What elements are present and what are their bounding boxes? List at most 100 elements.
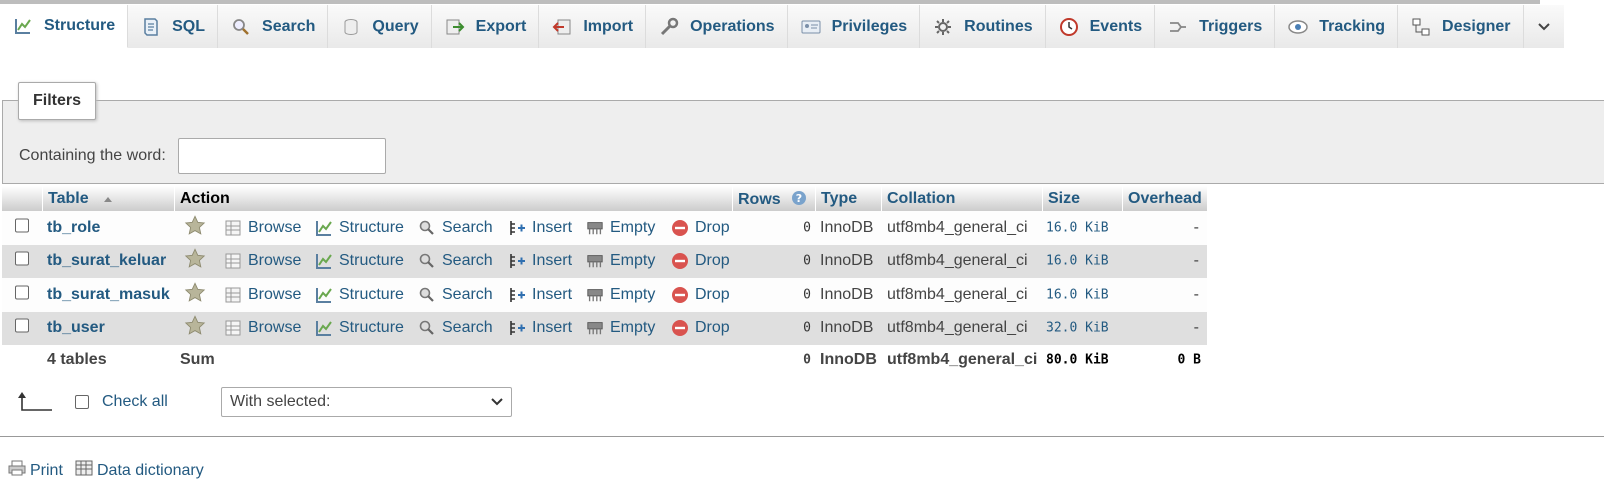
row-count: 0: [803, 287, 811, 303]
more-tabs-dropdown[interactable]: [1523, 5, 1564, 48]
table-row: tb_surat_masuk Browse Structure Search I…: [2, 278, 1207, 312]
print-link[interactable]: Print: [8, 460, 63, 481]
header-separator: [881, 186, 882, 211]
structure-action[interactable]: Structure: [315, 286, 404, 304]
tab-label: Export: [475, 17, 527, 35]
tab-events[interactable]: Events: [1045, 5, 1156, 48]
favorite-star-icon[interactable]: [184, 315, 206, 342]
table-name-link[interactable]: tb_surat_keluar: [47, 252, 166, 270]
structure-action[interactable]: Structure: [315, 319, 404, 337]
tab-structure[interactable]: Structure: [0, 5, 129, 48]
check-all-label[interactable]: Check all: [102, 393, 168, 411]
browse-icon: [224, 319, 242, 337]
empty-table-icon: [586, 286, 604, 304]
search-action[interactable]: Search: [418, 252, 493, 270]
summary-collation: utf8mb4_general_ci: [887, 351, 1038, 368]
drop-icon: [671, 252, 689, 270]
tab-search[interactable]: Search: [218, 5, 329, 48]
header-overhead[interactable]: Overhead: [1128, 190, 1202, 208]
browse-action[interactable]: Browse: [224, 252, 301, 270]
drop-action[interactable]: Drop: [671, 286, 730, 304]
structure-action[interactable]: Structure: [315, 219, 404, 237]
tab-import[interactable]: Import: [539, 5, 647, 48]
header-rows[interactable]: Rows ?: [738, 190, 807, 211]
check-all-checkbox[interactable]: [75, 395, 89, 409]
insert-action[interactable]: Insert: [508, 252, 572, 270]
favorite-star-icon[interactable]: [184, 248, 206, 275]
tab-privileges[interactable]: Privileges: [787, 5, 921, 48]
tab-designer[interactable]: Designer: [1398, 5, 1524, 48]
chevron-down-icon: [491, 398, 503, 406]
row-checkbox[interactable]: [15, 318, 29, 338]
tab-label: Structure: [44, 17, 116, 34]
data-dictionary-link[interactable]: Data dictionary: [75, 460, 204, 481]
search-action[interactable]: Search: [418, 219, 493, 237]
tab-export[interactable]: Export: [431, 5, 540, 48]
table-name-link[interactable]: tb_role: [47, 219, 100, 237]
row-checkbox[interactable]: [15, 285, 29, 304]
header-collation[interactable]: Collation: [887, 190, 955, 208]
with-selected-dropdown[interactable]: With selected:: [221, 387, 512, 417]
summary-row: 4 tables Sum 0 InnoDB utf8mb4_general_ci…: [2, 345, 1207, 375]
browse-action[interactable]: Browse: [224, 219, 301, 237]
tab-operations[interactable]: Operations: [646, 5, 788, 48]
table-name-link[interactable]: tb_user: [47, 319, 105, 337]
search-action[interactable]: Search: [418, 286, 493, 304]
insert-action[interactable]: Insert: [508, 219, 572, 237]
browse-action[interactable]: Browse: [224, 319, 301, 337]
search-action[interactable]: Search: [418, 319, 493, 337]
tab-triggers[interactable]: Triggers: [1155, 5, 1276, 48]
empty-table-icon: [586, 219, 604, 237]
header-type[interactable]: Type: [821, 190, 857, 208]
table-header: Table Action Rows ? Type Collation Size …: [2, 186, 1207, 211]
tab-query[interactable]: Query: [328, 5, 432, 48]
svg-text:?: ?: [796, 192, 802, 205]
insert-action[interactable]: Insert: [508, 286, 572, 304]
drop-icon: [671, 286, 689, 304]
row-checkbox[interactable]: [15, 218, 29, 237]
empty-action[interactable]: Empty: [586, 319, 655, 337]
empty-table-icon: [586, 252, 604, 270]
clock-icon: [1058, 17, 1080, 37]
search-icon: [418, 286, 436, 304]
insert-icon: [508, 252, 526, 270]
drop-action[interactable]: Drop: [671, 252, 730, 270]
drop-action[interactable]: Drop: [671, 219, 730, 237]
table-size: 16.0 KiB: [1046, 287, 1109, 303]
tab-label: Tracking: [1319, 17, 1386, 35]
filter-word-input[interactable]: [178, 138, 386, 174]
help-icon[interactable]: ?: [791, 190, 807, 211]
summary-overhead: 0 B: [1177, 352, 1201, 368]
search-label: Search: [442, 218, 493, 236]
drop-action[interactable]: Drop: [671, 319, 730, 337]
tab-routines[interactable]: Routines: [920, 5, 1046, 48]
empty-action[interactable]: Empty: [586, 252, 655, 270]
structure-icon: [315, 219, 333, 237]
table-row: tb_role Browse Structure Search Insert E…: [2, 211, 1207, 245]
favorite-star-icon[interactable]: [184, 214, 206, 241]
insert-icon: [508, 286, 526, 304]
insert-label: Insert: [532, 285, 573, 303]
insert-icon: [508, 319, 526, 337]
export-icon: [444, 17, 466, 37]
insert-label: Insert: [532, 252, 573, 270]
insert-label: Insert: [532, 218, 573, 236]
favorite-star-icon[interactable]: [184, 281, 206, 308]
row-count: 0: [803, 320, 811, 336]
empty-action[interactable]: Empty: [586, 286, 655, 304]
insert-action[interactable]: Insert: [508, 319, 572, 337]
header-table[interactable]: Table: [48, 190, 113, 208]
row-checkbox[interactable]: [15, 251, 29, 271]
table-row: tb_surat_keluar Browse Structure Search …: [2, 244, 1207, 278]
header-size[interactable]: Size: [1048, 190, 1080, 208]
tab-sql[interactable]: SQL: [128, 5, 219, 48]
table-name-link[interactable]: tb_surat_masuk: [47, 286, 170, 304]
browse-action[interactable]: Browse: [224, 286, 301, 304]
tab-tracking[interactable]: Tracking: [1275, 5, 1399, 48]
empty-action[interactable]: Empty: [586, 219, 655, 237]
drop-icon: [671, 319, 689, 337]
structure-icon: [315, 286, 333, 304]
chevron-down-icon: [1537, 22, 1550, 30]
structure-action[interactable]: Structure: [315, 252, 404, 270]
empty-label: Empty: [610, 319, 656, 337]
